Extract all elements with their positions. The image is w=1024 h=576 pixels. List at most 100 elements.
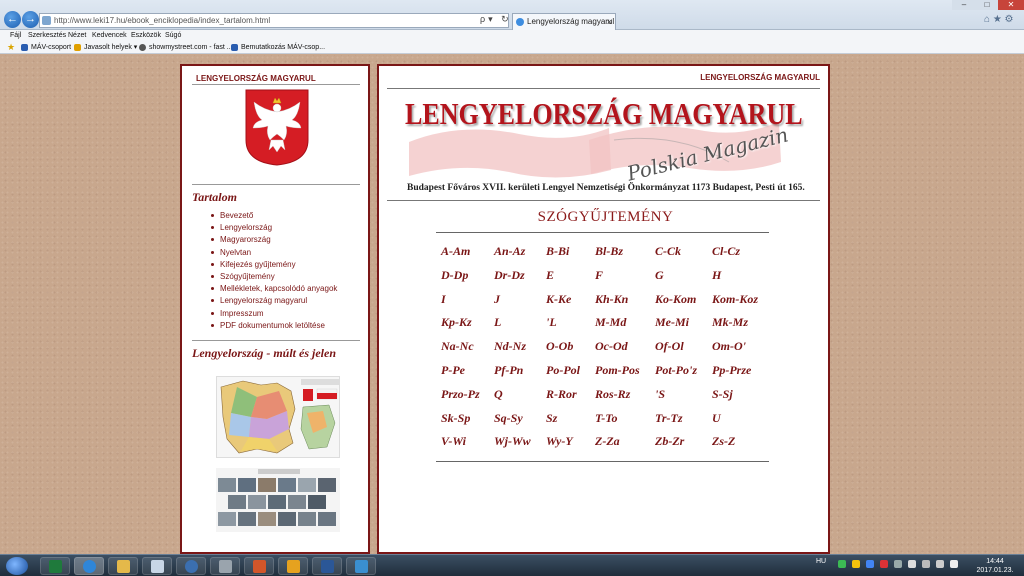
tray-app-icon[interactable] [866,560,874,568]
volume-icon[interactable] [950,560,958,568]
start-button[interactable] [6,557,28,575]
tray-app-icon[interactable] [852,560,860,568]
letter-index-link[interactable]: Sq-Sy [494,411,523,426]
toc-item-szogyujtemeny[interactable]: Szógyűjtemény [210,271,337,283]
letter-index-link[interactable]: S-Sj [712,387,733,402]
taskbar-word[interactable] [312,557,342,575]
favorite-mav-intro[interactable]: Bemutatkozás MÁV-csop... [231,41,325,54]
menu-favorites[interactable]: Kedvencek [92,30,127,41]
toc-item-nyelvtan[interactable]: Nyelvtan [210,247,337,259]
letter-index-link[interactable]: Na-Nc [441,339,474,354]
forward-button[interactable]: → [22,11,39,28]
favorite-suggested[interactable]: Javasolt helyek ▾ [74,41,137,54]
taskbar-tool[interactable] [210,557,240,575]
letter-index-link[interactable]: Wj-Ww [494,434,531,449]
toc-item-mellekletek[interactable]: Mellékletek, kapcsolódó anyagok [210,283,337,295]
taskbar-excel[interactable] [40,557,70,575]
letter-index-link[interactable]: C-Ck [655,244,681,259]
letter-index-link[interactable]: V-Wi [441,434,466,449]
letter-index-link[interactable]: Of-Ol [655,339,684,354]
letter-index-link[interactable]: Zb-Zr [655,434,684,449]
letter-index-link[interactable]: Mk-Mz [712,315,748,330]
letter-index-link[interactable]: Pot-Po'z [655,363,697,378]
letter-index-link[interactable]: Kp-Kz [441,315,472,330]
letter-index-link[interactable]: Cl-Cz [712,244,740,259]
taskbar-document[interactable] [142,557,172,575]
letter-index-link[interactable]: I [441,292,446,307]
letter-index-link[interactable]: Kom-Koz [712,292,758,307]
letter-index-link[interactable]: Z-Za [595,434,620,449]
letter-index-link[interactable]: Przo-Pz [441,387,480,402]
taskbar-outlook[interactable] [278,557,308,575]
letter-index-link[interactable]: Po-Pol [546,363,580,378]
clock[interactable]: 14:44 2017.01.23. [975,557,1015,575]
taskbar-internet-explorer[interactable] [74,557,104,575]
taskbar-file-explorer[interactable] [108,557,138,575]
letter-index-link[interactable]: Ros-Rz [595,387,630,402]
toc-item-lengyelorszag[interactable]: Lengyelország [210,222,337,234]
taskbar-language[interactable] [346,557,376,575]
letter-index-link[interactable]: Dr-Dz [494,268,525,283]
letter-index-link[interactable]: Q [494,387,503,402]
tray-app-icon[interactable] [880,560,888,568]
letter-index-link[interactable]: Nd-Nz [494,339,526,354]
letter-index-link[interactable]: R-Ror [546,387,577,402]
letter-index-link[interactable]: U [712,411,721,426]
letter-index-link[interactable]: Oc-Od [595,339,628,354]
address-bar[interactable]: http://www.leki17.hu/ebook_enciklopedia/… [39,13,509,28]
search-refresh-icons[interactable]: ρ▾ ↻ [480,13,512,26]
letter-index-link[interactable]: 'S [655,387,665,402]
back-button[interactable]: ← [4,11,21,28]
letter-index-link[interactable]: E [546,268,554,283]
tray-app-icon[interactable] [838,560,846,568]
letter-index-link[interactable]: Wy-Y [546,434,573,449]
letter-index-link[interactable]: Bl-Bz [595,244,623,259]
toc-item-bevezeto[interactable]: Bevezető [210,210,337,222]
letter-index-link[interactable]: F [595,268,603,283]
home-favorites-settings-icons[interactable]: ⌂ ★ ⚙ [984,14,1014,25]
letter-index-link[interactable]: Om-O' [712,339,746,354]
letter-index-link[interactable]: Me-Mi [655,315,689,330]
maximize-button[interactable]: □ [976,0,998,10]
menu-help[interactable]: Súgó [165,30,181,41]
menu-tools[interactable]: Eszközök [131,30,161,41]
favorite-showmystreet[interactable]: showmystreet.com - fast ... [139,41,233,54]
letter-index-link[interactable]: Kh-Kn [595,292,628,307]
browser-tab[interactable]: Lengyelország magyarul × [512,13,616,30]
poland-past-present-photos[interactable] [216,468,340,532]
toc-item-pdf[interactable]: PDF dokumentumok letöltése [210,320,337,332]
letter-index-link[interactable]: O-Ob [546,339,573,354]
letter-index-link[interactable]: G [655,268,664,283]
toc-item-lengyelorszag-magyarul[interactable]: Lengyelország magyarul [210,295,337,307]
taskbar-google-earth[interactable] [176,557,206,575]
letter-index-link[interactable]: Pom-Pos [595,363,640,378]
letter-index-link[interactable]: M-Md [595,315,626,330]
letter-index-link[interactable]: Sk-Sp [441,411,470,426]
letter-index-link[interactable]: K-Ke [546,292,571,307]
minimize-button[interactable]: – [952,0,976,10]
close-window-button[interactable]: ✕ [998,0,1024,10]
poland-map-image[interactable] [216,376,340,458]
favorites-star-icon[interactable]: ★ [7,41,15,54]
letter-index-link[interactable]: An-Az [494,244,525,259]
battery-icon[interactable] [936,560,944,568]
letter-index-link[interactable]: P-Pe [441,363,465,378]
menu-file[interactable]: Fájl [10,30,21,41]
toc-item-kifejezes[interactable]: Kifejezés gyűjtemény [210,259,337,271]
tray-app-icon[interactable] [894,560,902,568]
letter-index-link[interactable]: B-Bi [546,244,569,259]
letter-index-link[interactable]: Ko-Kom [655,292,696,307]
letter-index-link[interactable]: Zs-Z [712,434,735,449]
letter-index-link[interactable]: L [494,315,501,330]
tray-language[interactable]: HU [816,558,826,565]
letter-index-link[interactable]: Pp-Prze [712,363,751,378]
taskbar-powerpoint[interactable] [244,557,274,575]
letter-index-link[interactable]: T-To [595,411,617,426]
letter-index-link[interactable]: H [712,268,721,283]
menu-view[interactable]: Nézet [68,30,86,41]
tray-app-icon[interactable] [908,560,916,568]
letter-index-link[interactable]: Sz [546,411,557,426]
network-icon[interactable] [922,560,930,568]
menu-edit[interactable]: Szerkesztés [28,30,66,41]
letter-index-link[interactable]: 'L [546,315,557,330]
